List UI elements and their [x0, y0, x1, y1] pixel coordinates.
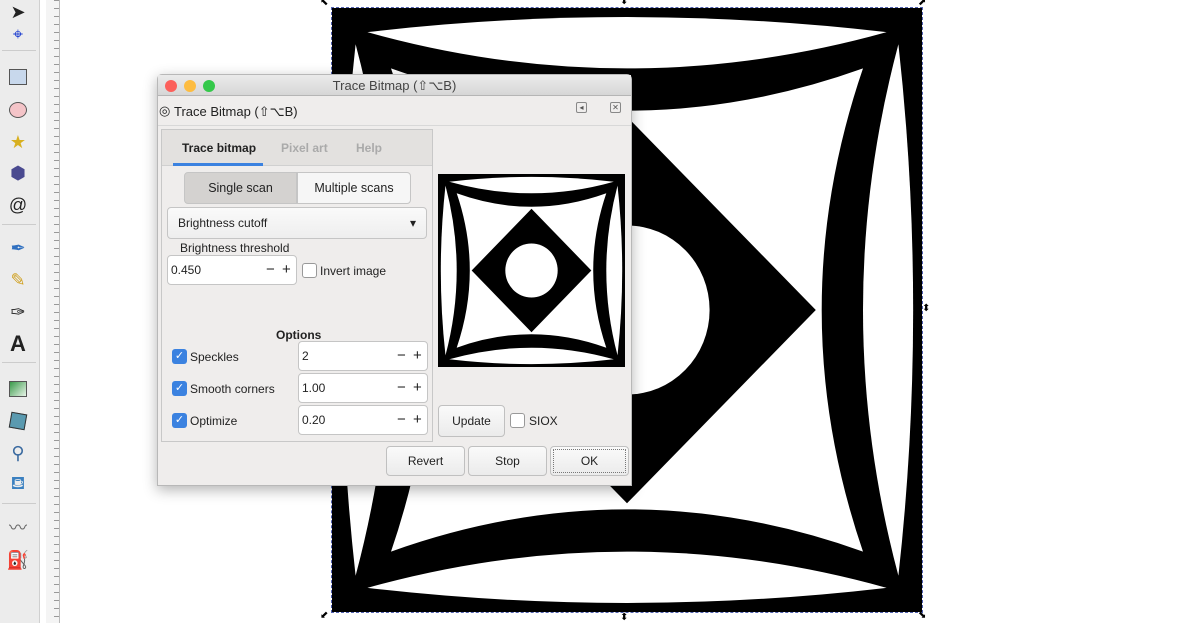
- dock-iconify-icon[interactable]: ◂: [576, 102, 587, 113]
- stop-button[interactable]: Stop: [468, 446, 547, 476]
- smooth-corners-label: Smooth corners: [190, 382, 275, 396]
- divider: [2, 362, 36, 363]
- minus-icon[interactable]: −: [397, 406, 406, 434]
- gradient-tool-icon[interactable]: [6, 377, 30, 401]
- calligraphy-tool-icon[interactable]: ✑: [6, 300, 30, 324]
- zoom-button[interactable]: [203, 80, 215, 92]
- mesh-tool-icon[interactable]: [6, 409, 30, 433]
- mode-dropdown-value: Brightness cutoff: [178, 216, 268, 230]
- multiple-scans-button[interactable]: Multiple scans: [297, 172, 411, 204]
- optimize-label: Optimize: [190, 414, 238, 428]
- tab-trace-bitmap[interactable]: Trace bitmap: [182, 141, 256, 155]
- pen-tool-icon[interactable]: ✒: [6, 236, 30, 260]
- minus-icon[interactable]: −: [397, 342, 406, 370]
- trace-preview: [438, 174, 625, 367]
- siox-checkbox[interactable]: [510, 413, 525, 428]
- 3d-box-tool-icon[interactable]: ⬢: [6, 161, 30, 185]
- tab-pixel-art[interactable]: Pixel art: [281, 141, 328, 155]
- ellipse-tool-icon[interactable]: [6, 98, 30, 122]
- siox-label: SIOX: [529, 414, 558, 428]
- speckles-label: Speckles: [190, 350, 239, 364]
- optimize-spinbox[interactable]: 0.20 − +: [298, 405, 428, 435]
- close-button[interactable]: [165, 80, 177, 92]
- window-titlebar[interactable]: Trace Bitmap (⇧⌥B): [158, 75, 631, 96]
- scale-handle[interactable]: ⬊: [918, 610, 926, 621]
- options-heading: Options: [276, 328, 322, 342]
- dock-header: ◎ Trace Bitmap (⇧⌥B) ◂ ✕: [158, 96, 631, 126]
- divider: [2, 224, 36, 225]
- node-tool-icon[interactable]: ⌖: [6, 22, 30, 46]
- tweak-tool-icon[interactable]: 〰: [6, 515, 30, 539]
- speckles-checkbox[interactable]: ✓: [172, 349, 187, 364]
- threshold-label: Brightness threshold: [180, 241, 290, 255]
- threshold-spinbox[interactable]: 0.450 − +: [167, 255, 297, 285]
- dock-title: Trace Bitmap (⇧⌥B): [174, 104, 298, 119]
- scale-handle[interactable]: ⬋: [320, 610, 328, 621]
- spray-tool-icon[interactable]: ⛽: [6, 548, 30, 572]
- scale-handle[interactable]: ⬉: [320, 0, 328, 8]
- invert-image-label: Invert image: [320, 264, 387, 278]
- vertical-ruler[interactable]: [46, 0, 60, 623]
- window-title: Trace Bitmap (⇧⌥B): [332, 78, 457, 93]
- plus-icon[interactable]: +: [413, 406, 422, 434]
- speckles-value: 2: [302, 349, 309, 363]
- invert-image-checkbox[interactable]: [302, 263, 317, 278]
- mode-dropdown[interactable]: Brightness cutoff ▾: [167, 207, 427, 239]
- spiral-tool-icon[interactable]: @: [6, 193, 30, 217]
- speckles-spinbox[interactable]: 2 − +: [298, 341, 428, 371]
- scale-handle[interactable]: ⬍: [620, 0, 628, 7]
- text-tool-icon[interactable]: A: [6, 331, 30, 356]
- dropper-tool-icon[interactable]: ⚲: [6, 441, 30, 465]
- minimize-button[interactable]: [184, 80, 196, 92]
- scale-handle[interactable]: ⬈: [918, 0, 926, 8]
- optimize-checkbox[interactable]: ✓: [172, 413, 187, 428]
- smooth-corners-value: 1.00: [302, 381, 326, 395]
- active-tab-indicator: [173, 163, 263, 166]
- minus-icon[interactable]: −: [266, 256, 275, 284]
- rectangle-tool-icon[interactable]: [6, 65, 30, 89]
- ok-button[interactable]: OK: [550, 446, 629, 476]
- divider: [2, 50, 36, 51]
- toolbox: ➤ ⌖ ★ ⬢ @ ✒ ✎ ✑ A ⚲ ⛾ 〰 ⛽: [0, 0, 40, 623]
- revert-button[interactable]: Revert: [386, 446, 465, 476]
- minus-icon[interactable]: −: [397, 374, 406, 402]
- trace-bitmap-dialog: Trace Bitmap (⇧⌥B) ◎ Trace Bitmap (⇧⌥B) …: [157, 74, 632, 486]
- settings-pane: Trace bitmap Pixel art Help Single scan …: [161, 129, 433, 442]
- smooth-corners-spinbox[interactable]: 1.00 − +: [298, 373, 428, 403]
- divider: [2, 503, 36, 504]
- chevron-down-icon: ▾: [409, 216, 416, 230]
- threshold-value: 0.450: [171, 263, 202, 277]
- tab-help[interactable]: Help: [356, 141, 382, 155]
- plus-icon[interactable]: +: [282, 256, 291, 284]
- single-scan-button[interactable]: Single scan: [184, 172, 297, 204]
- scale-handle[interactable]: ⬍: [922, 303, 930, 314]
- smooth-corners-checkbox[interactable]: ✓: [172, 381, 187, 396]
- paint-bucket-tool-icon[interactable]: ⛾: [6, 473, 30, 497]
- selector-tool-icon[interactable]: ➤: [6, 0, 30, 24]
- scale-handle[interactable]: ⬍: [620, 612, 628, 623]
- optimize-value: 0.20: [302, 413, 326, 427]
- pencil-tool-icon[interactable]: ✎: [6, 268, 30, 292]
- update-button[interactable]: Update: [438, 405, 505, 437]
- star-tool-icon[interactable]: ★: [6, 130, 30, 154]
- trace-bitmap-icon: ◎: [159, 103, 171, 118]
- plus-icon[interactable]: +: [413, 374, 422, 402]
- dock-close-icon[interactable]: ✕: [610, 102, 621, 113]
- plus-icon[interactable]: +: [413, 342, 422, 370]
- tab-bar: Trace bitmap Pixel art Help: [162, 130, 432, 166]
